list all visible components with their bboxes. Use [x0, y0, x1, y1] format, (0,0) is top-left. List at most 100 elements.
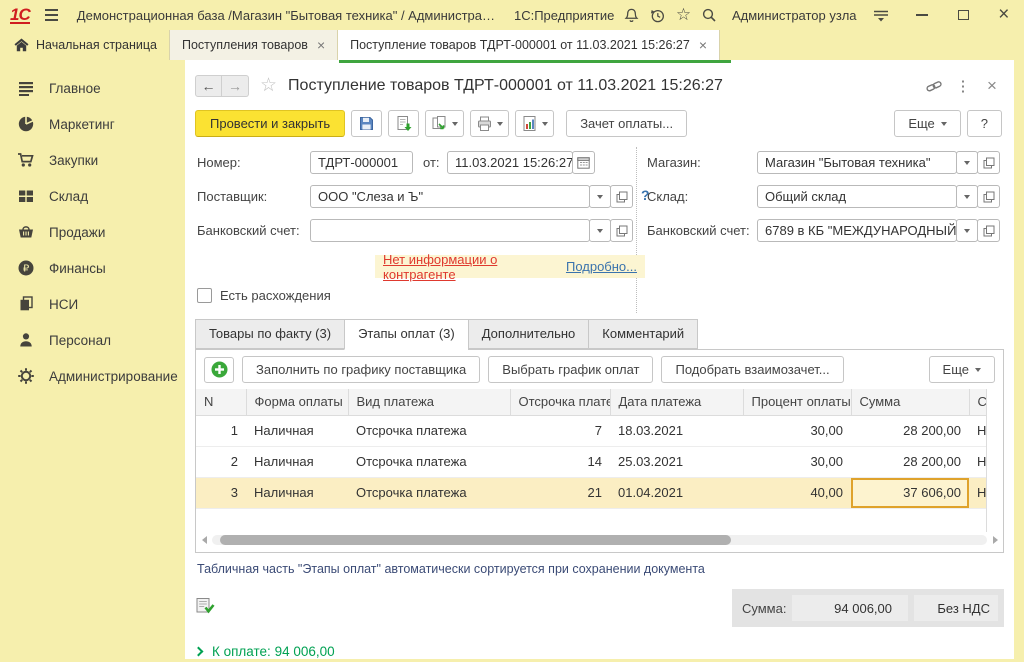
bank-account2-input[interactable]: 6789 в КБ "МЕЖДУНАРОДНЫЙ Б — [757, 219, 957, 242]
print-button[interactable] — [470, 110, 509, 137]
warehouse-input[interactable]: Общий склад — [757, 185, 957, 208]
more-button[interactable]: Еще — [894, 110, 960, 137]
back-button[interactable]: ← — [195, 75, 222, 97]
close-form-icon[interactable]: × — [982, 76, 1002, 96]
cell-delay[interactable]: 14 — [510, 446, 610, 477]
cell-status[interactable]: Не — [969, 477, 987, 508]
store-input[interactable]: Магазин "Бытовая техника" — [757, 151, 957, 174]
tab-postuplenija-tovarov[interactable]: Поступления товаров × — [169, 30, 338, 60]
bank-account-dropdown-button[interactable] — [589, 219, 611, 242]
table-row[interactable]: 2 Наличная Отсрочка платежа 14 25.03.202… — [196, 446, 987, 477]
scroll-right-icon[interactable] — [990, 535, 1000, 545]
tab-close-icon[interactable]: × — [699, 37, 707, 53]
cell-sum-active[interactable]: 37 606,00 — [851, 477, 969, 508]
cell-n[interactable]: 1 — [196, 415, 246, 446]
minimize-button[interactable] — [914, 5, 930, 25]
payable-expander[interactable]: К оплате: 94 006,00 — [195, 644, 1004, 659]
tab-tovary-po-faktu[interactable]: Товары по факту (3) — [195, 319, 344, 349]
date-input[interactable]: 11.03.2021 15:26:27 — [447, 151, 573, 174]
warehouse-dropdown-button[interactable] — [956, 185, 978, 208]
favorite-star-icon[interactable]: ☆ — [260, 74, 277, 97]
get-link-icon[interactable] — [924, 78, 944, 93]
fill-by-supplier-schedule-button[interactable]: Заполнить по графику поставщика — [242, 356, 480, 383]
horizontal-scrollbar[interactable] — [199, 532, 1000, 548]
tab-dopolnitelno[interactable]: Дополнительно — [468, 319, 589, 349]
warehouse-open-button[interactable] — [977, 185, 1000, 208]
scrollbar-track[interactable] — [212, 535, 987, 545]
sidebar-item-zakupki[interactable]: Закупки — [0, 142, 185, 178]
table-row-selected[interactable]: 3 Наличная Отсрочка платежа 21 01.04.202… — [196, 477, 987, 508]
cell-sum[interactable]: 28 200,00 — [851, 446, 969, 477]
cell-payment-form[interactable]: Наличная — [246, 477, 348, 508]
sidebar-item-sklad[interactable]: Склад — [0, 178, 185, 214]
main-menu-icon[interactable] — [45, 9, 58, 21]
sidebar-item-finansy[interactable]: ₽ Финансы — [0, 250, 185, 286]
cell-payment-type[interactable]: Отсрочка платежа — [348, 477, 510, 508]
search-icon[interactable] — [701, 5, 717, 25]
service-settings-icon[interactable] — [872, 5, 890, 25]
details-link[interactable]: Подробно... — [566, 259, 637, 274]
cell-sum[interactable]: 28 200,00 — [851, 415, 969, 446]
tab-home[interactable]: Начальная страница — [4, 30, 169, 60]
sidebar-item-prodazhi[interactable]: Продажи — [0, 214, 185, 250]
cell-payment-date[interactable]: 01.04.2021 — [610, 477, 743, 508]
forward-button[interactable]: → — [222, 75, 249, 97]
sidebar-item-marketing[interactable]: Маркетинг — [0, 106, 185, 142]
post-and-close-button[interactable]: Провести и закрыть — [195, 110, 345, 137]
sidebar-item-nsi[interactable]: НСИ — [0, 286, 185, 322]
close-window-button[interactable]: × — [996, 5, 1012, 25]
store-dropdown-button[interactable] — [956, 151, 978, 174]
favorites-star-icon[interactable]: ☆ — [675, 5, 691, 25]
sidebar-item-administrirovanie[interactable]: Администрирование — [0, 358, 185, 394]
discrepancies-checkbox[interactable] — [197, 288, 212, 303]
cell-status[interactable]: Не — [969, 415, 987, 446]
post-document-button[interactable] — [388, 110, 419, 137]
maximize-button[interactable] — [955, 5, 971, 25]
cell-n[interactable]: 2 — [196, 446, 246, 477]
reports-button[interactable] — [515, 110, 554, 137]
cell-percent[interactable]: 30,00 — [743, 446, 851, 477]
supplier-dropdown-button[interactable] — [589, 185, 611, 208]
sidebar-item-glavnoe[interactable]: Главное — [0, 70, 185, 106]
table-row[interactable]: 1 Наличная Отсрочка платежа 7 18.03.2021… — [196, 415, 987, 446]
current-user[interactable]: Администратор узла — [732, 8, 857, 23]
create-based-on-button[interactable] — [425, 110, 464, 137]
bank-account2-dropdown-button[interactable] — [956, 219, 978, 242]
tab-etapy-oplat[interactable]: Этапы оплат (3) — [344, 319, 468, 350]
cell-payment-form[interactable]: Наличная — [246, 446, 348, 477]
help-button[interactable]: ? — [967, 110, 1002, 137]
cell-delay[interactable]: 7 — [510, 415, 610, 446]
history-icon[interactable] — [649, 5, 666, 25]
notifications-bell-icon[interactable] — [623, 5, 640, 25]
add-row-button[interactable] — [204, 357, 234, 383]
select-offset-button[interactable]: Подобрать взаимозачет... — [661, 356, 843, 383]
tab-close-icon[interactable]: × — [317, 37, 325, 53]
store-open-button[interactable] — [977, 151, 1000, 174]
save-button[interactable] — [351, 110, 382, 137]
number-input[interactable]: ТДРТ-000001 — [310, 151, 413, 174]
supplier-open-button[interactable] — [610, 185, 633, 208]
calendar-button[interactable] — [572, 151, 595, 174]
cell-payment-type[interactable]: Отсрочка платежа — [348, 446, 510, 477]
scroll-left-icon[interactable] — [199, 535, 209, 545]
tab-kommentarij[interactable]: Комментарий — [588, 319, 698, 349]
cell-delay[interactable]: 21 — [510, 477, 610, 508]
payment-offset-button[interactable]: Зачет оплаты... — [566, 110, 687, 137]
no-counterparty-info-link[interactable]: Нет информации о контрагенте — [383, 252, 566, 282]
tab-postuplenie-document[interactable]: Поступление товаров ТДРТ-000001 от 11.03… — [338, 30, 720, 60]
choose-payment-schedule-button[interactable]: Выбрать график оплат — [488, 356, 653, 383]
cell-payment-date[interactable]: 18.03.2021 — [610, 415, 743, 446]
sidebar-item-personal[interactable]: Персонал — [0, 322, 185, 358]
cell-status[interactable]: Не — [969, 446, 987, 477]
cell-percent[interactable]: 30,00 — [743, 415, 851, 446]
cell-payment-form[interactable]: Наличная — [246, 415, 348, 446]
scrollbar-thumb[interactable] — [220, 535, 732, 545]
bank-account2-open-button[interactable] — [977, 219, 1000, 242]
cell-n[interactable]: 3 — [196, 477, 246, 508]
bank-account-input[interactable] — [310, 219, 590, 242]
supplier-input[interactable]: ООО "Слеза и Ъ" — [310, 185, 590, 208]
bank-account-open-button[interactable] — [610, 219, 633, 242]
more-menu-icon[interactable]: ⋮ — [953, 77, 973, 95]
table-more-button[interactable]: Еще — [929, 356, 995, 383]
cell-percent[interactable]: 40,00 — [743, 477, 851, 508]
